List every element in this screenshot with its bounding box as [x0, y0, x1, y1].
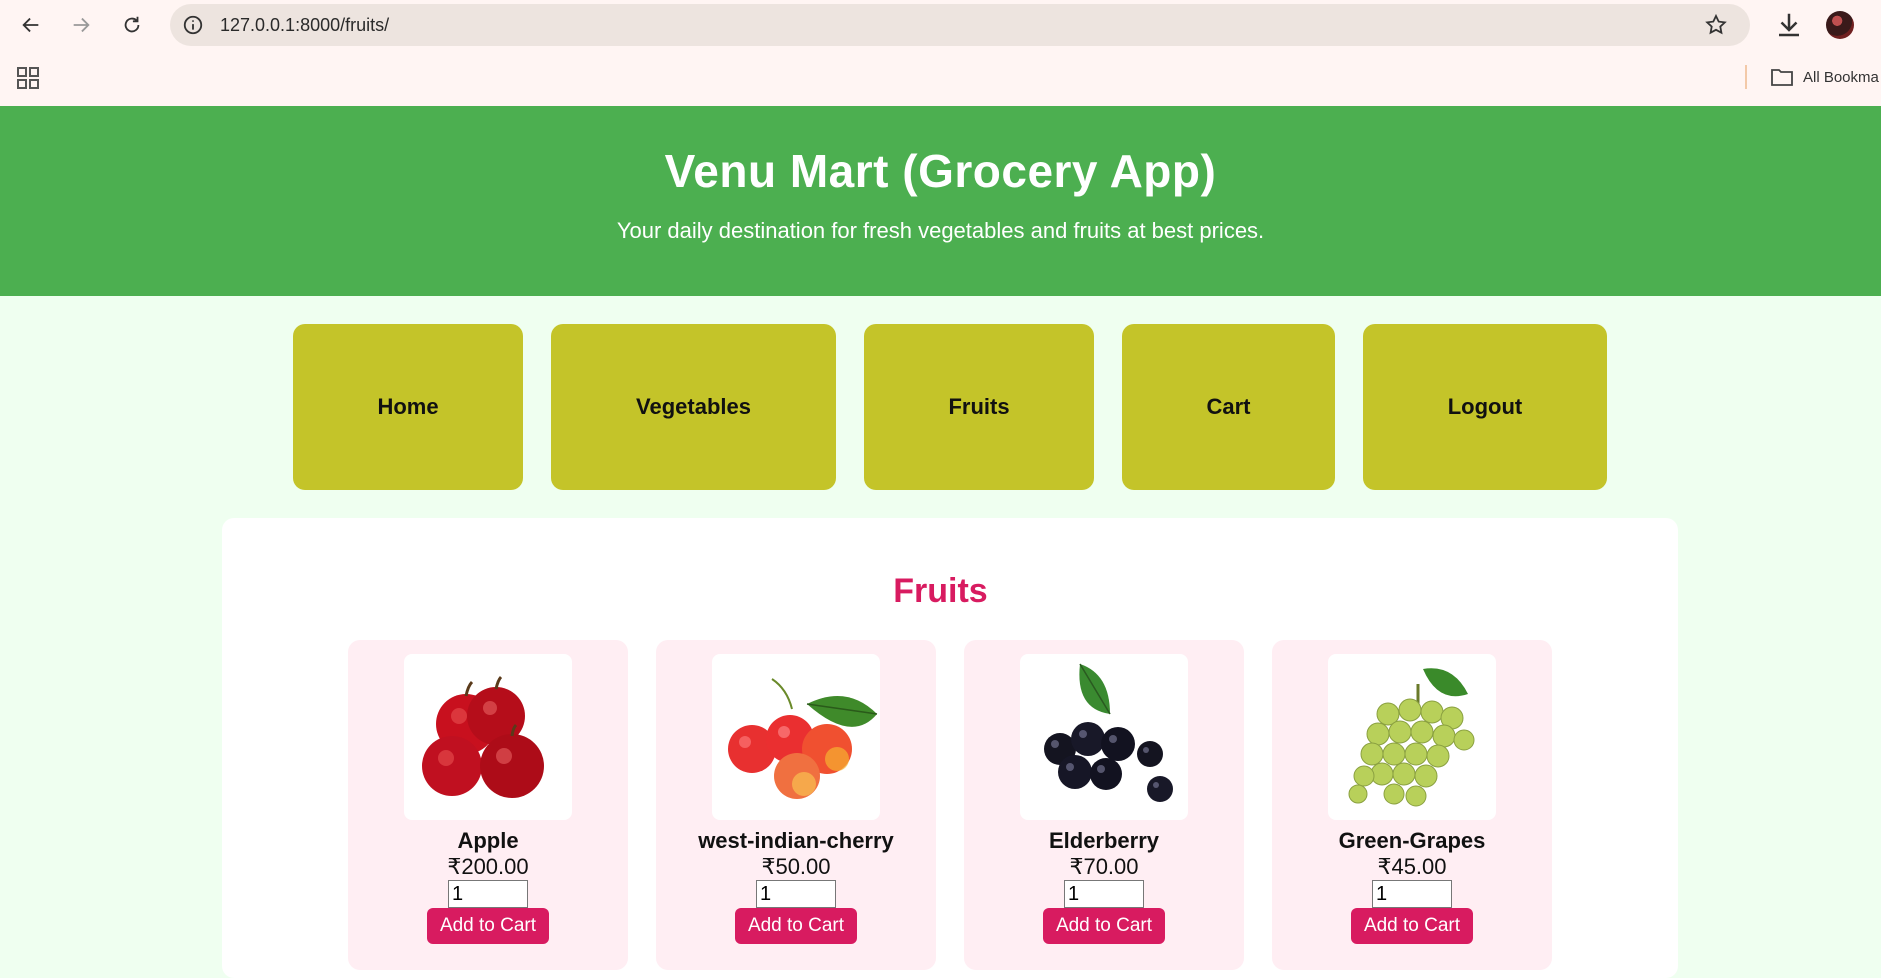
product-name: Green-Grapes [1338, 828, 1486, 853]
quantity-input[interactable] [448, 880, 528, 908]
elderberry-image [1020, 654, 1188, 820]
bookmarks-divider [1745, 65, 1747, 89]
add-to-cart-button[interactable]: Add to Cart [427, 908, 549, 944]
download-icon[interactable] [1774, 10, 1804, 40]
all-bookmarks-label[interactable]: All Bookma [1803, 69, 1879, 86]
add-to-cart-button[interactable]: Add to Cart [1043, 908, 1165, 944]
reload-icon[interactable] [117, 10, 147, 40]
product-card: Green-Grapes ₹45.00 Add to Cart [1272, 640, 1552, 970]
bookmark-star-icon[interactable] [1704, 13, 1728, 37]
forward-icon[interactable] [66, 10, 96, 40]
quantity-input[interactable] [1372, 880, 1452, 908]
profile-avatar[interactable] [1826, 11, 1854, 39]
site-info-icon[interactable] [182, 14, 204, 36]
quantity-input[interactable] [1064, 880, 1144, 908]
site-title: Venu Mart (Grocery App) [664, 145, 1217, 197]
add-to-cart-button[interactable]: Add to Cart [735, 908, 857, 944]
section-title: Fruits [893, 572, 988, 610]
product-card: Apple ₹200.00 Add to Cart [348, 640, 628, 970]
product-price: ₹50.00 [761, 854, 831, 879]
quantity-input[interactable] [756, 880, 836, 908]
apple-image [404, 654, 572, 820]
product-price: ₹45.00 [1377, 854, 1447, 879]
cherry-image [712, 654, 880, 820]
apps-grid-icon[interactable] [16, 66, 40, 90]
add-to-cart-button[interactable]: Add to Cart [1351, 908, 1473, 944]
site-tagline: Your daily destination for fresh vegetab… [616, 218, 1265, 243]
nav-logout[interactable]: Logout [1363, 324, 1607, 490]
grapes-image [1328, 654, 1496, 820]
address-bar[interactable]: 127.0.0.1:8000/fruits/ [170, 4, 1750, 46]
product-price: ₹70.00 [1069, 854, 1139, 879]
folder-icon[interactable] [1770, 66, 1794, 88]
site-header: Venu Mart (Grocery App) Your daily desti… [0, 106, 1881, 296]
product-card: west-indian-cherry ₹50.00 Add to Cart [656, 640, 936, 970]
bookmarks-bar [0, 50, 1881, 106]
nav-vegetables[interactable]: Vegetables [551, 324, 836, 490]
product-card: Elderberry ₹70.00 Add to Cart [964, 640, 1244, 970]
nav-home[interactable]: Home [293, 324, 523, 490]
nav-cart[interactable]: Cart [1122, 324, 1335, 490]
product-name: west-indian-cherry [698, 828, 894, 853]
nav-fruits[interactable]: Fruits [864, 324, 1094, 490]
product-name: Apple [457, 828, 519, 853]
product-name: Elderberry [1048, 828, 1160, 853]
back-icon[interactable] [16, 10, 46, 40]
product-price: ₹200.00 [447, 854, 529, 879]
url-text[interactable]: 127.0.0.1:8000/fruits/ [220, 15, 389, 36]
